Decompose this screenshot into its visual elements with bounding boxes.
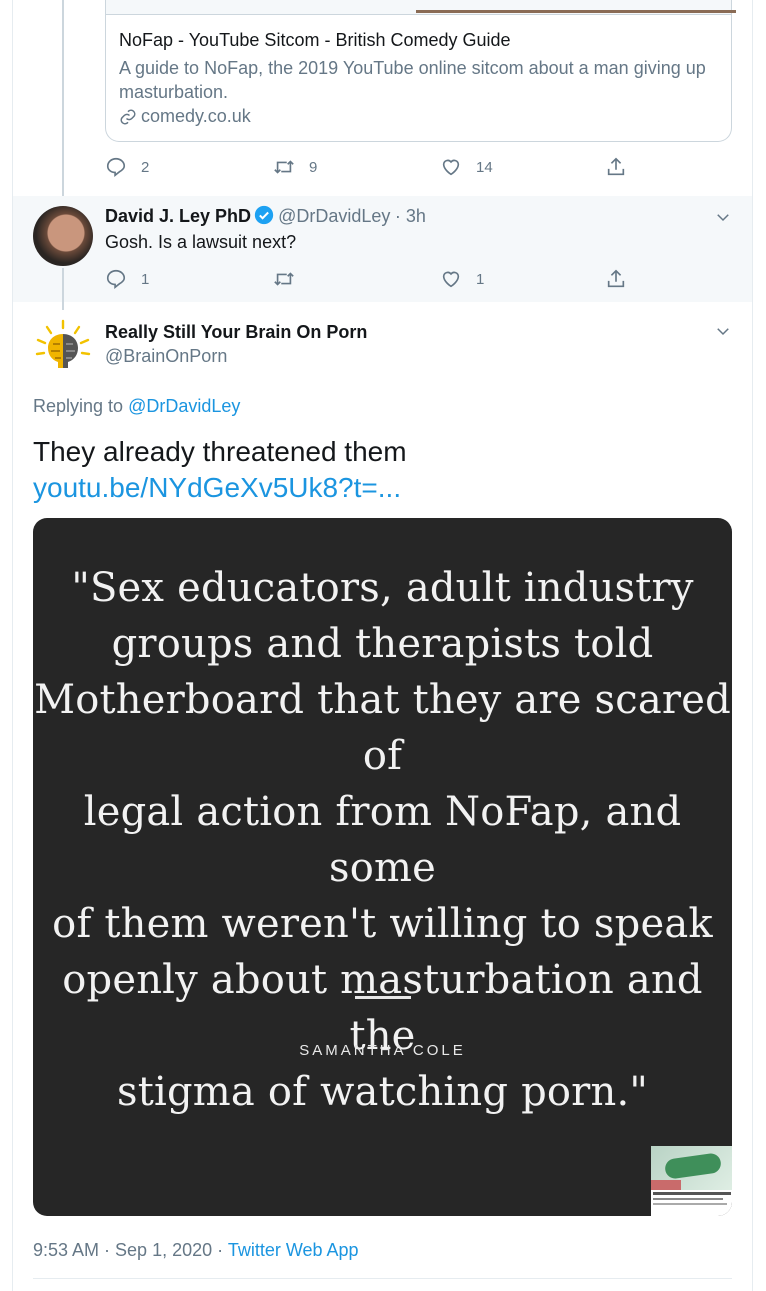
link-preview-card[interactable]: NoFap - YouTube Sitcom - British Comedy … [105, 0, 736, 142]
column-border-left [12, 0, 13, 1291]
quote-divider [355, 996, 411, 999]
thumbnail-caption [653, 1198, 723, 1200]
display-name[interactable]: David J. Ley PhD [105, 206, 251, 226]
display-name[interactable]: Really Still Your Brain On Porn [105, 322, 367, 343]
link-card-domain: comedy.co.uk [141, 106, 251, 126]
share-button[interactable] [605, 268, 627, 290]
like-button[interactable]: 1 [440, 268, 484, 290]
like-count: 1 [476, 270, 485, 288]
reply-button[interactable]: 2 [105, 156, 149, 178]
thread-line [62, 268, 64, 310]
tweet-media-image[interactable]: "Sex educators, adult industry groups an… [33, 518, 732, 1216]
retweet-button[interactable]: 9 [273, 156, 317, 178]
link-card-title: NoFap - YouTube Sitcom - British Comedy … [119, 30, 511, 50]
quote-line: groups and therapists told [111, 621, 654, 667]
quote-text: "Sex educators, adult industry groups an… [33, 560, 732, 1120]
retweet-count: 9 [309, 158, 318, 176]
reply-icon [106, 269, 126, 289]
avatar[interactable] [33, 206, 93, 266]
tweet-timestamp-row: 9:53 AM · Sep 1, 2020 · Twitter Web App [33, 1240, 359, 1261]
reply-count: 1 [141, 270, 150, 288]
chevron-down-icon[interactable] [714, 208, 732, 226]
cactus-pot [651, 1180, 681, 1190]
verified-badge-icon [254, 205, 274, 225]
share-icon [607, 157, 625, 176]
thread-line [62, 0, 64, 198]
user-handle[interactable]: @BrainOnPorn [105, 346, 227, 367]
tweet-source-link[interactable]: Twitter Web App [228, 1240, 359, 1260]
tweet-actions: 2 9 14 [105, 156, 635, 180]
share-icon [607, 269, 625, 288]
reply-count: 2 [141, 158, 150, 176]
quote-line: "Sex educators, adult industry [71, 565, 694, 611]
article-thumbnail [651, 1146, 732, 1216]
replying-to-link[interactable]: @DrDavidLey [128, 396, 240, 416]
quote-line: Motherboard that they are scared of [34, 677, 731, 779]
heart-icon [442, 159, 460, 176]
quote-line: of them weren't willing to speak [52, 901, 713, 947]
link-card-description: A guide to NoFap, the 2019 YouTube onlin… [119, 58, 706, 102]
tweet-timestamp[interactable]: 9:53 AM · Sep 1, 2020 · [33, 1240, 223, 1260]
chevron-down-icon[interactable] [714, 322, 732, 340]
share-button[interactable] [605, 156, 627, 178]
heart-icon [442, 271, 460, 288]
quote-author: SAMANTHA COLE [299, 1042, 466, 1059]
reply-icon [106, 157, 126, 177]
avatar[interactable] [33, 318, 93, 378]
thumbnail-caption [653, 1192, 731, 1195]
replying-to-line: Replying to @DrDavidLey [33, 396, 240, 417]
retweet-button[interactable] [273, 268, 295, 290]
tweet-time[interactable]: · 3h [395, 206, 426, 226]
quote-line: legal action from NoFap, and some [83, 789, 682, 891]
replying-to-label: Replying to [33, 396, 124, 416]
tweet-text: They already threatened them [33, 436, 407, 467]
like-count: 14 [476, 158, 493, 176]
column-border-right [752, 0, 753, 1291]
retweet-icon [274, 160, 294, 174]
tweet-link[interactable]: youtu.be/NYdGeXv5Uk8?t=... [33, 472, 401, 504]
reply-button[interactable]: 1 [105, 268, 149, 290]
retweet-icon [274, 272, 294, 286]
link-card-domain-row: comedy.co.uk [119, 106, 251, 127]
thumbnail-caption [653, 1203, 727, 1205]
link-preview-image [106, 0, 736, 15]
like-button[interactable]: 14 [440, 156, 493, 178]
link-icon [120, 109, 136, 124]
divider [33, 1278, 732, 1279]
user-handle[interactable]: @DrDavidLey [278, 206, 390, 226]
tweet-actions: 1 1 [105, 268, 635, 292]
tweet-text: Gosh. Is a lawsuit next? [105, 232, 297, 252]
reply-tweet-header: David J. Ley PhD @DrDavidLey · 3h [105, 205, 426, 227]
quote-line: stigma of watching porn." [117, 1069, 648, 1115]
brain-logo-icon [35, 319, 91, 368]
